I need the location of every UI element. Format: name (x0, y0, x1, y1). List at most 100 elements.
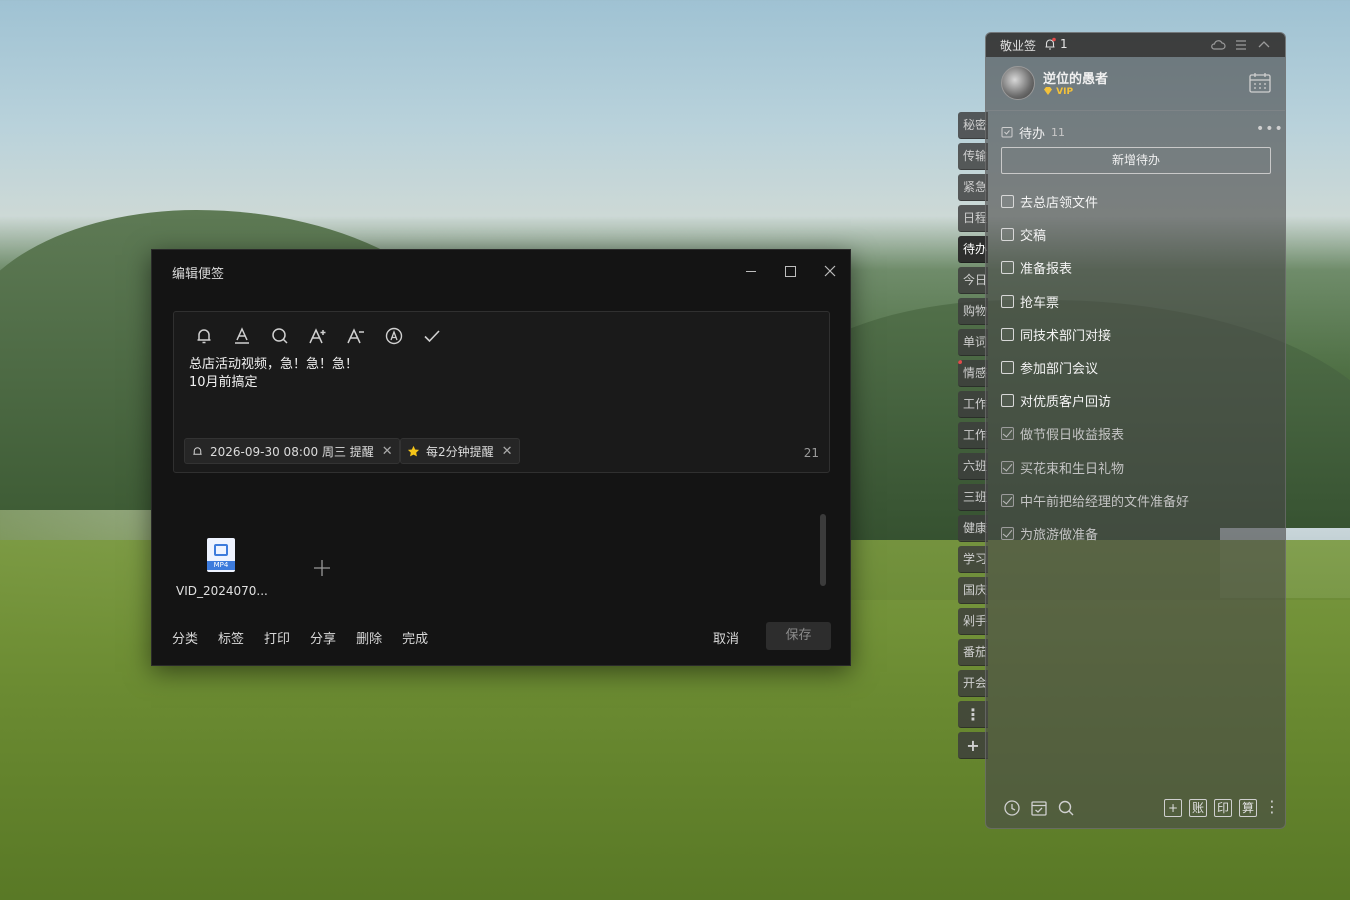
more-vertical-icon[interactable]: ⋮ (1264, 798, 1280, 816)
delete-button[interactable]: 删除 (356, 628, 382, 647)
todo-count: 11 (1051, 125, 1066, 139)
minimize-button[interactable] (740, 260, 762, 282)
remove-reminder-icon[interactable]: ✕ (382, 444, 393, 459)
side-tab[interactable]: 单词 (958, 329, 988, 356)
todo-item[interactable]: 去总店领文件 (1001, 185, 1276, 218)
repeat-chip[interactable]: 每2分钟提醒 ✕ (400, 438, 520, 464)
complete-button[interactable]: 完成 (402, 628, 428, 647)
side-tab[interactable]: 工作 (958, 391, 988, 418)
font-increase-button[interactable] (306, 324, 330, 348)
more-options-icon[interactable]: ••• (1256, 121, 1284, 137)
print-button[interactable]: 打印 (264, 628, 290, 647)
side-tab[interactable]: 传输 (958, 143, 988, 170)
side-tab[interactable]: 三班 (958, 484, 988, 511)
calendar-icon[interactable] (1248, 71, 1272, 95)
account-book-button[interactable]: 账 (1189, 799, 1207, 817)
window-title: 编辑便签 (172, 267, 225, 282)
panel-header[interactable]: 敬业签 1 (986, 33, 1285, 57)
side-tab[interactable]: 购物 (958, 298, 988, 325)
remove-repeat-icon[interactable]: ✕ (502, 444, 513, 459)
note-editor-box[interactable]: 总店活动视频，急！急！急！ 10月前搞定 2026-09-30 08:00 周三… (173, 311, 830, 473)
category-button[interactable]: 分类 (172, 628, 198, 647)
note-line: 总店活动视频，急！急！急！ (189, 357, 359, 372)
todo-checkbox[interactable] (1001, 195, 1014, 209)
scrollbar[interactable] (820, 514, 826, 586)
todo-checkbox[interactable] (1001, 228, 1014, 242)
note-content[interactable]: 总店活动视频，急！急！急！ 10月前搞定 (189, 356, 358, 392)
username[interactable]: 逆位的愚者 (1043, 68, 1108, 87)
todo-item[interactable]: 对优质客户回访 (1001, 384, 1276, 417)
side-tab[interactable]: 番茄 (958, 639, 988, 666)
menu-button[interactable] (1233, 37, 1249, 53)
todo-view-button[interactable] (1030, 799, 1048, 817)
format-button[interactable] (382, 324, 406, 348)
tags-button[interactable]: 标签 (218, 628, 244, 647)
history-button[interactable] (1003, 799, 1021, 817)
avatar[interactable] (1001, 66, 1035, 100)
side-tab[interactable]: 紧急 (958, 174, 988, 201)
todo-section-header: 待办 11 (1001, 123, 1066, 142)
attachment-item[interactable]: MP4 VID_2024070... (176, 538, 268, 602)
share-button[interactable]: 分享 (310, 628, 336, 647)
user-profile: 逆位的愚者 VIP (986, 57, 1285, 111)
add-attachment-button[interactable] (310, 556, 334, 580)
sync-button[interactable] (1210, 37, 1226, 53)
todo-checkbox[interactable] (1001, 460, 1014, 474)
calculator-button[interactable]: 算 (1239, 799, 1257, 817)
title-bar[interactable]: 编辑便签 (152, 250, 850, 292)
close-icon (824, 265, 836, 277)
todo-item[interactable]: 做节假日收益报表 (1001, 417, 1276, 450)
todo-checkbox[interactable] (1001, 394, 1014, 408)
todo-checkbox[interactable] (1001, 493, 1014, 507)
file-type-label: MP4 (207, 561, 235, 570)
todo-item[interactable]: 参加部门会议 (1001, 351, 1276, 384)
todo-item[interactable]: 为旅游做准备 (1001, 517, 1276, 550)
search-button[interactable] (268, 324, 292, 348)
side-tab[interactable]: 健康 (958, 515, 988, 542)
todo-text: 去总店领文件 (1020, 196, 1099, 212)
save-button[interactable]: 保存 (766, 622, 831, 650)
reminder-chip[interactable]: 2026-09-30 08:00 周三 提醒 ✕ (184, 438, 400, 464)
todo-item[interactable]: 同技术部门对接 (1001, 318, 1276, 351)
side-tab[interactable]: 工作 (958, 422, 988, 449)
font-decrease-button[interactable] (344, 324, 368, 348)
side-tab[interactable]: 今日 (958, 267, 988, 294)
todo-item[interactable]: 准备报表 (1001, 251, 1276, 284)
print-button[interactable]: 印 (1214, 799, 1232, 817)
side-tab[interactable]: 开会 (958, 670, 988, 697)
side-tab[interactable]: 情感 (958, 360, 988, 387)
reminder-button[interactable] (192, 324, 216, 348)
bell-icon[interactable] (1043, 37, 1057, 51)
font-color-button[interactable] (230, 324, 254, 348)
todo-checkbox[interactable] (1001, 327, 1014, 341)
side-tab[interactable]: 剁手 (958, 608, 988, 635)
side-tab[interactable]: 六班 (958, 453, 988, 480)
search-button[interactable] (1057, 799, 1075, 817)
add-note-button[interactable]: + (1164, 799, 1182, 817)
collapse-button[interactable] (1256, 37, 1272, 53)
todo-item[interactable]: 中午前把给经理的文件准备好 (1001, 484, 1276, 517)
todo-checkbox[interactable] (1001, 526, 1014, 540)
todo-item[interactable]: 交稿 (1001, 218, 1276, 251)
side-tab[interactable]: 秘密 (958, 112, 988, 139)
todo-item[interactable]: 买花束和生日礼物 (1001, 451, 1276, 484)
more-tabs-button[interactable]: ⋮ (958, 701, 988, 728)
todo-checkbox[interactable] (1001, 294, 1014, 308)
menu-icon (1236, 40, 1246, 50)
maximize-button[interactable] (779, 260, 801, 282)
done-format-button[interactable] (420, 324, 444, 348)
close-button[interactable] (819, 260, 841, 282)
todo-item[interactable]: 抢车票 (1001, 285, 1276, 318)
side-tab-active[interactable]: 待办 (958, 236, 988, 263)
cancel-button[interactable]: 取消 (713, 628, 739, 647)
side-tab[interactable]: 学习 (958, 546, 988, 573)
todo-checkbox[interactable] (1001, 427, 1014, 441)
side-tab[interactable]: 日程 (958, 205, 988, 232)
video-file-icon: MP4 (207, 538, 235, 572)
side-tab[interactable]: 国庆 (958, 577, 988, 604)
todo-checkbox[interactable] (1001, 261, 1014, 275)
new-todo-button[interactable]: 新增待办 (1001, 147, 1271, 174)
todo-text: 交稿 (1020, 229, 1047, 245)
add-category-button[interactable]: + (958, 732, 988, 759)
todo-checkbox[interactable] (1001, 361, 1014, 375)
